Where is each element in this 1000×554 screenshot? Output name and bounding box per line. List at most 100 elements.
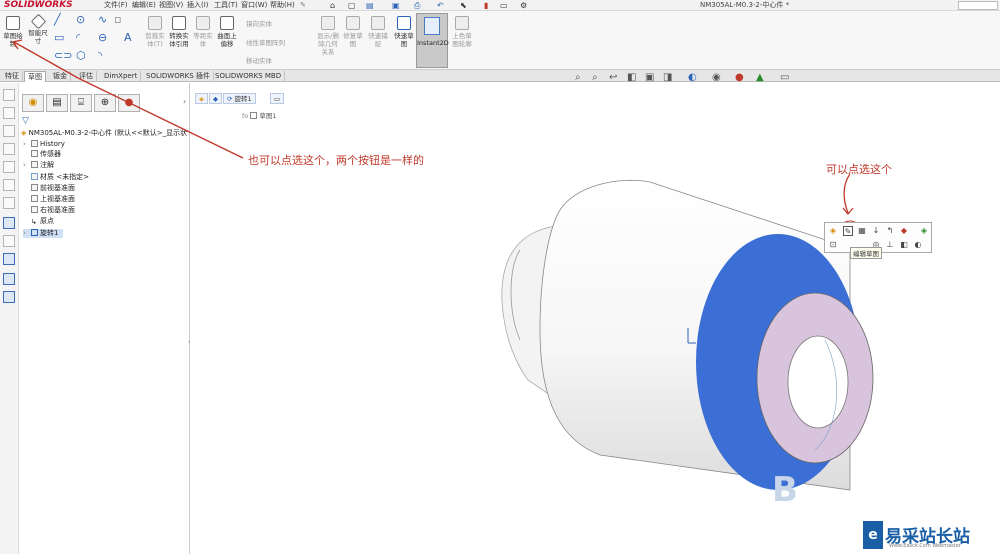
breadcrumb-sub[interactable]: fo 草图1 — [242, 110, 277, 120]
display-manager-tab-icon[interactable]: ● — [118, 94, 140, 112]
smart-dimension-button[interactable]: 智能尺寸 — [26, 13, 50, 66]
rollback-icon[interactable]: ↓ — [871, 226, 881, 236]
tree-item-front-plane[interactable]: 前视基准面 — [23, 184, 75, 193]
sketch-button[interactable]: 草图绘制 — [1, 14, 25, 66]
tree-item-origin[interactable]: ↳ 原点 — [23, 217, 54, 226]
view-orientation-icon[interactable]: ◨ — [663, 72, 672, 83]
tab-evaluate[interactable]: 评估 — [76, 71, 97, 82]
feature-manager-tab-icon[interactable]: ◉ — [22, 94, 44, 112]
line-icon[interactable]: ╱ — [54, 13, 61, 26]
tab-addins[interactable]: SOLIDWORKS 插件 — [143, 71, 214, 82]
dimxpert-tab-icon[interactable]: ⊕ — [94, 94, 116, 112]
pin-icon[interactable]: ✎ — [300, 0, 306, 11]
expand-icon[interactable]: › — [23, 140, 31, 149]
linear-pattern-item[interactable]: 线性草图阵列 — [246, 37, 285, 47]
strip-icon-9[interactable] — [3, 235, 15, 247]
expand-icon[interactable]: › — [23, 161, 31, 170]
tab-features[interactable]: 特征 — [2, 71, 23, 82]
spline-icon[interactable]: ∿ — [98, 13, 107, 26]
fillet-icon[interactable]: ◝ — [98, 49, 102, 62]
breadcrumb-feature[interactable]: ⟳ 旋转1 — [223, 93, 256, 104]
undo-icon[interactable]: ↶ — [437, 0, 444, 11]
options-icon[interactable]: ⚙ — [520, 0, 527, 11]
display-style-icon[interactable]: ◐ — [688, 72, 697, 83]
offset-entities-button[interactable]: 等距实体 — [191, 14, 215, 66]
rapid-sketch-button[interactable]: 快速草图 — [392, 14, 416, 66]
menu-tools[interactable]: 工具(T) — [214, 0, 238, 11]
zoom-selection-icon[interactable]: ⊡ — [828, 240, 838, 250]
previous-view-icon[interactable]: ↩ — [609, 72, 617, 83]
surface-offset-button[interactable]: 曲面上偏移 — [215, 14, 239, 66]
strip-icon-7[interactable] — [3, 197, 15, 209]
polygon-icon[interactable]: ⬡ — [76, 49, 86, 62]
tree-item-annotations[interactable]: › 注解 — [23, 161, 54, 170]
tab-sketch[interactable]: 草图 — [24, 71, 46, 82]
breadcrumb-body-icon[interactable]: ◆ — [209, 93, 222, 104]
edit-sketch-icon[interactable]: ✎ — [843, 226, 853, 236]
normal-to-icon[interactable]: ⊥ — [885, 240, 895, 250]
zoom-to-area-icon[interactable]: ⌕ — [592, 72, 598, 83]
strip-icon-5[interactable] — [3, 161, 15, 173]
menu-edit[interactable]: 编辑(E) — [132, 0, 156, 11]
tree-item-revolve1[interactable]: › 旋转1 — [23, 229, 63, 238]
tab-mbd[interactable]: SOLIDWORKS MBD — [212, 71, 286, 82]
slot-icon[interactable]: ⊂⊃ — [54, 49, 72, 62]
print-icon[interactable]: ⎙ — [414, 0, 420, 11]
point-icon[interactable]: ▫ — [114, 13, 121, 26]
strip-icon-10[interactable] — [3, 253, 15, 265]
tab-sheet-metal[interactable]: 钣金 — [50, 71, 71, 82]
tree-item-right-plane[interactable]: 右视基准面 — [23, 206, 75, 215]
menu-help[interactable]: 帮助(H) — [270, 0, 295, 11]
rectangle-icon[interactable]: ▭ — [54, 31, 64, 44]
trim-button[interactable]: 剪裁实体(T) — [143, 14, 167, 66]
filter-icon[interactable]: ▽ — [22, 116, 29, 126]
new-doc-icon[interactable]: ▢ — [348, 0, 356, 11]
strip-icon-4[interactable] — [3, 143, 15, 155]
file-props-icon[interactable]: ▭ — [500, 0, 508, 11]
edit-appearance-icon[interactable]: ● — [735, 72, 744, 83]
strip-icon-3[interactable] — [3, 125, 15, 137]
expand-icon[interactable]: › — [23, 229, 31, 238]
panel-next-icon[interactable]: › — [183, 97, 186, 106]
strip-icon-2[interactable] — [3, 107, 15, 119]
select-icon[interactable]: ⬉ — [460, 0, 467, 11]
menu-insert[interactable]: 插入(I) — [187, 0, 209, 11]
menu-file[interactable]: 文件(F) — [104, 0, 128, 11]
view-settings-icon[interactable]: ▭ — [780, 72, 789, 83]
tree-item-sensors[interactable]: 传感器 — [23, 150, 61, 159]
zoom-to-fit-icon[interactable]: ⌕ — [575, 72, 581, 83]
shaded-sketch-button[interactable]: 上色草图轮廓 — [450, 14, 474, 66]
property-manager-tab-icon[interactable]: ▤ — [46, 94, 68, 112]
tree-root-part[interactable]: ◈ NM305AL-M0.3-2-中心件 (默认<<默认>_显示状 — [21, 128, 187, 138]
strip-icon-12[interactable] — [3, 291, 15, 303]
rapid-snaps-button[interactable]: 快速捕捉 — [366, 14, 390, 66]
edit-feature-icon[interactable]: ◈ — [828, 226, 838, 236]
menu-window[interactable]: 窗口(W) — [241, 0, 267, 11]
section-view-icon[interactable]: ◧ — [627, 72, 636, 83]
rebuild-icon[interactable]: ▮ — [484, 0, 488, 11]
hide-show-icon[interactable]: ◉ — [712, 72, 721, 83]
isolate-icon[interactable]: ◐ — [913, 240, 923, 250]
instant2d-button[interactable]: Instant2D — [416, 13, 449, 68]
apply-scene-icon[interactable]: ▲ — [756, 72, 764, 83]
breadcrumb-part-icon[interactable]: ◈ — [195, 93, 208, 104]
arc-icon[interactable]: ◜ — [76, 31, 80, 44]
breadcrumb-sketch-icon[interactable]: ▭ — [270, 93, 285, 104]
move-entities-item[interactable]: 移动实体 — [246, 55, 272, 65]
hide-icon[interactable]: ◧ — [899, 240, 909, 250]
tree-item-top-plane[interactable]: 上视基准面 — [23, 195, 75, 204]
search-input[interactable] — [958, 1, 998, 10]
dynamic-annotation-icon[interactable]: ▣ — [645, 72, 654, 83]
mirror-entities-item[interactable]: 镜向实体 — [246, 18, 272, 28]
open-icon[interactable]: ▤ — [366, 0, 374, 11]
ellipse-icon[interactable]: ⊖ — [98, 31, 107, 44]
tab-dimxpert[interactable]: DimXpert — [101, 71, 142, 82]
convert-entities-button[interactable]: 转换实体引用 — [167, 14, 191, 66]
configuration-manager-tab-icon[interactable]: ⌸ — [70, 94, 92, 112]
save-icon[interactable]: ▣ — [392, 0, 400, 11]
tree-item-material[interactable]: 材质 <未指定> — [23, 173, 89, 182]
menu-view[interactable]: 视图(V) — [159, 0, 183, 11]
edit-sketch-strip-icon[interactable] — [3, 217, 15, 229]
rollforward-icon[interactable]: ↰ — [885, 226, 895, 236]
strip-icon-1[interactable] — [3, 89, 15, 101]
